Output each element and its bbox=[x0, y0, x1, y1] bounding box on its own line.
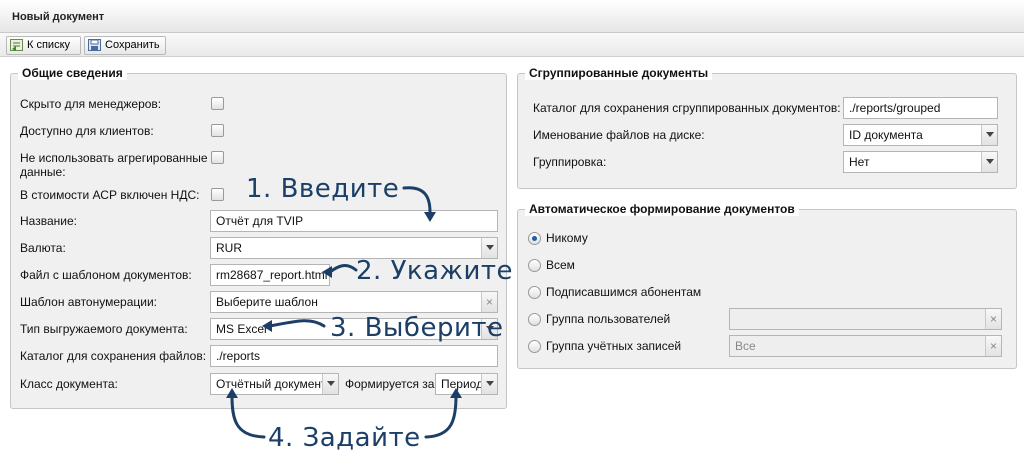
arrow-step2 bbox=[328, 264, 358, 274]
annotation-arrows bbox=[226, 186, 462, 439]
annotation-step2: 2. Укажите bbox=[356, 256, 514, 286]
annotation-step1: 1. Введите bbox=[246, 174, 400, 204]
arrow-step4-right bbox=[424, 394, 458, 439]
annotation-step4: 4. Задайте bbox=[268, 423, 421, 453]
arrow-step4-left bbox=[230, 394, 266, 439]
annotation-step3: 3. Выберите bbox=[330, 313, 504, 343]
arrow-step1 bbox=[402, 186, 432, 214]
arrow-step3 bbox=[268, 319, 326, 328]
